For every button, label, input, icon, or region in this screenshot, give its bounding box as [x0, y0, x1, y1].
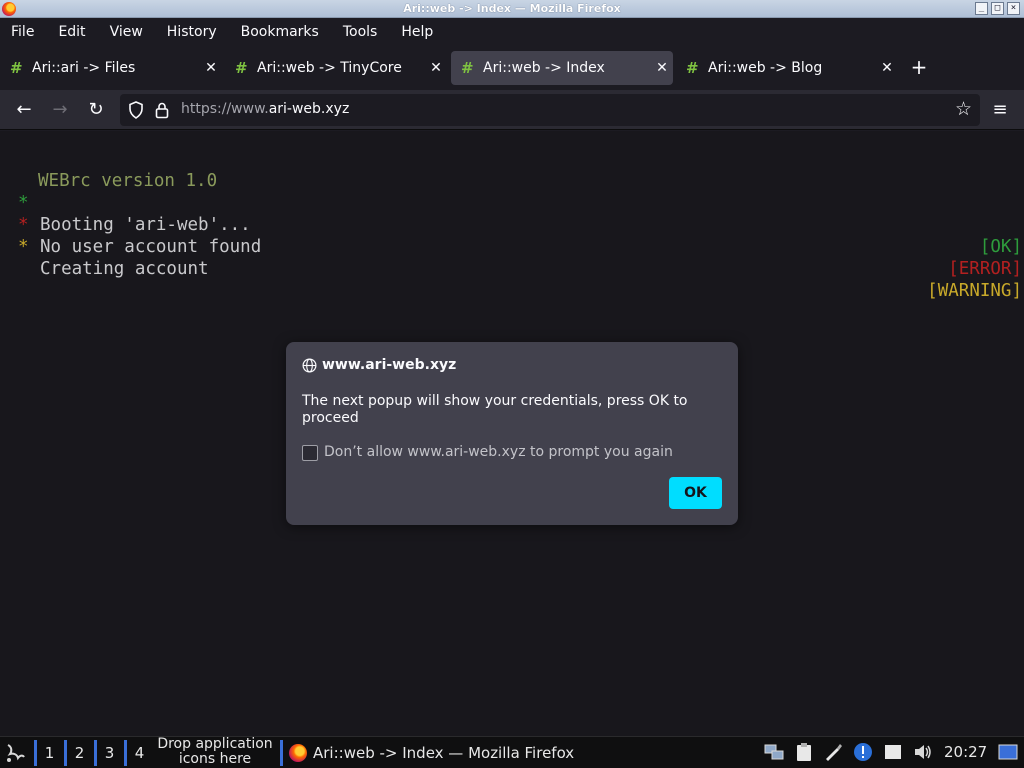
- hash-icon: #: [235, 59, 248, 77]
- tab-label: Ari::web -> TinyCore: [257, 60, 402, 76]
- lock-icon[interactable]: [154, 101, 170, 119]
- workspace-4[interactable]: 4: [124, 740, 152, 766]
- clock[interactable]: 20:27: [944, 743, 987, 761]
- tab-close-icon[interactable]: ✕: [425, 60, 447, 76]
- menu-edit[interactable]: Edit: [58, 24, 85, 40]
- tab-bar: # Ari::ari -> Files ✕ # Ari::web -> Tiny…: [0, 48, 1024, 88]
- console-line: * Booting 'ari-web'... [OK]: [0, 170, 1024, 257]
- nav-bar: ← → ↻ https://www.ari-web.xyz ☆ ≡: [0, 90, 1024, 130]
- tab-blog[interactable]: # Ari::web -> Blog ✕: [676, 51, 898, 85]
- dialog-header: www.ari-web.xyz: [302, 357, 456, 373]
- close-icon[interactable]: ×: [1007, 2, 1020, 15]
- workspace-2[interactable]: 2: [64, 740, 92, 766]
- url-text[interactable]: https://www.ari-web.xyz: [181, 101, 349, 117]
- prompt-dialog: www.ari-web.xyz The next popup will show…: [286, 342, 738, 525]
- menu-bar: File Edit View History Bookmarks Tools H…: [0, 18, 1024, 46]
- console-line: * Creating account [WARNING]: [0, 214, 1024, 301]
- tab-label: Ari::ari -> Files: [32, 60, 136, 76]
- menu-view[interactable]: View: [110, 24, 143, 40]
- reload-icon[interactable]: ↻: [84, 98, 108, 122]
- hash-icon: #: [686, 59, 699, 77]
- hash-icon: #: [461, 59, 474, 77]
- network-icon[interactable]: [764, 742, 784, 762]
- drop-area-text: Drop application icons here: [157, 736, 273, 767]
- forward-icon[interactable]: →: [48, 98, 72, 122]
- tab-files[interactable]: # Ari::ari -> Files ✕: [0, 51, 222, 85]
- menu-help[interactable]: Help: [401, 24, 433, 40]
- dont-allow-checkbox[interactable]: [302, 445, 318, 461]
- hash-icon: #: [10, 59, 23, 77]
- status-error: [ERROR]: [948, 259, 1022, 279]
- back-icon[interactable]: ←: [12, 98, 36, 122]
- menu-history[interactable]: History: [167, 24, 217, 40]
- bullet-icon: *: [18, 237, 29, 257]
- address-bar[interactable]: https://www.ari-web.xyz ☆: [120, 94, 980, 126]
- boot-console: WEBrc version 1.0 * Booting 'ari-web'...…: [0, 148, 1024, 301]
- shield-icon[interactable]: [128, 101, 144, 119]
- bookmark-star-icon[interactable]: ☆: [955, 98, 972, 120]
- menu-tools[interactable]: Tools: [343, 24, 378, 40]
- menu-file[interactable]: File: [11, 24, 34, 40]
- task-label: Ari::web -> Index — Mozilla Firefox: [313, 744, 575, 762]
- show-desktop-icon[interactable]: [998, 742, 1018, 762]
- menu-bookmarks[interactable]: Bookmarks: [241, 24, 319, 40]
- tab-label: Ari::web -> Blog: [708, 60, 823, 76]
- workspace-1[interactable]: 1: [34, 740, 62, 766]
- workspace-3[interactable]: 3: [94, 740, 122, 766]
- console-text: No user account found: [40, 237, 262, 257]
- drive-icon[interactable]: [883, 742, 903, 762]
- tab-index[interactable]: # Ari::web -> Index ✕: [451, 51, 673, 85]
- window-titlebar: Ari::web -> Index — Mozilla Firefox _ □ …: [0, 0, 1024, 18]
- minimize-icon[interactable]: _: [975, 2, 988, 15]
- tab-tinycore[interactable]: # Ari::web -> TinyCore ✕: [225, 51, 447, 85]
- url-host: ari-web.xyz: [268, 101, 350, 117]
- status-ok: [OK]: [979, 237, 1022, 257]
- tab-label: Ari::web -> Index: [483, 60, 605, 76]
- firefox-icon: [289, 744, 307, 762]
- status-warning: [WARNING]: [927, 281, 1022, 301]
- taskbar: 1 2 3 4 Drop application icons here Ari:…: [0, 736, 1024, 768]
- tab-close-icon[interactable]: ✕: [200, 60, 222, 76]
- dialog-title: www.ari-web.xyz: [322, 357, 457, 373]
- hamburger-menu-icon[interactable]: ≡: [988, 98, 1012, 122]
- checkbox-label[interactable]: Don’t allow www.ari-web.xyz to prompt yo…: [324, 444, 673, 460]
- volume-icon[interactable]: [913, 742, 933, 762]
- maximize-icon[interactable]: □: [991, 2, 1004, 15]
- tab-close-icon[interactable]: ✕: [876, 60, 898, 76]
- tab-close-icon[interactable]: ✕: [651, 60, 673, 76]
- start-menu-icon[interactable]: [3, 741, 27, 765]
- pen-tool-icon[interactable]: [823, 742, 843, 762]
- clipboard-icon[interactable]: [794, 742, 814, 762]
- taskbar-firefox-task[interactable]: Ari::web -> Index — Mozilla Firefox: [280, 740, 574, 766]
- console-line: * No user account found [ERROR]: [0, 192, 1024, 279]
- dialog-message: The next popup will show your credential…: [302, 393, 688, 426]
- window-title: Ari::web -> Index — Mozilla Firefox: [403, 2, 621, 15]
- globe-icon: [302, 358, 317, 372]
- ok-button[interactable]: OK: [669, 477, 722, 509]
- console-heading-line: WEBrc version 1.0: [0, 148, 1024, 191]
- console-text: Creating account: [40, 259, 209, 279]
- new-tab-icon[interactable]: +: [908, 57, 930, 79]
- info-icon[interactable]: [853, 742, 873, 762]
- url-prefix: https://www.: [181, 101, 269, 117]
